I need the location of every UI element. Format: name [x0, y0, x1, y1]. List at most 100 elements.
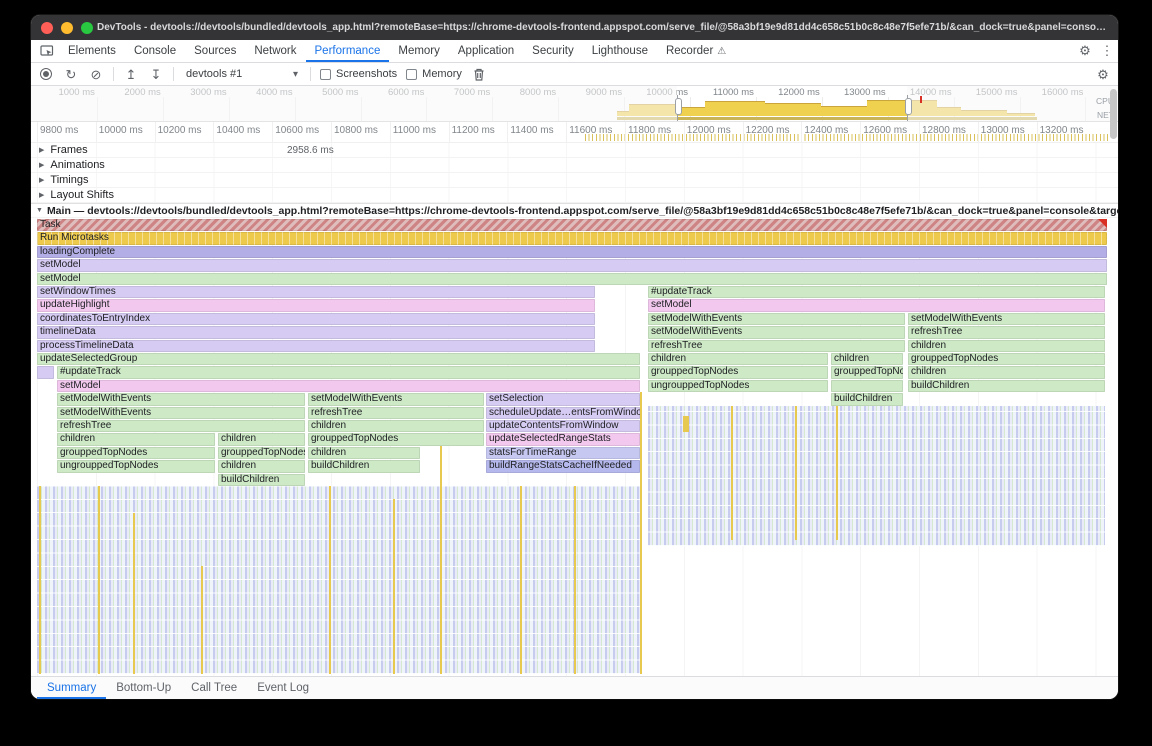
tab-elements[interactable]: Elements [59, 40, 125, 62]
track-frames[interactable]: ▶Frames [31, 143, 1118, 158]
flame-bar[interactable]: setSelection [486, 393, 640, 405]
save-profile-button[interactable]: ↧ [148, 66, 164, 82]
expand-triangle-icon[interactable]: ▶ [39, 176, 44, 184]
main-track-header[interactable]: ▼ Main — devtools://devtools/bundled/dev… [31, 204, 1118, 218]
time-ruler[interactable]: 9800 ms10000 ms10200 ms10400 ms10600 ms1… [31, 122, 1118, 143]
flame-bar[interactable]: Task [37, 219, 1107, 231]
flame-bar[interactable]: grouppedTopNodes [308, 433, 484, 445]
load-profile-button[interactable]: ↥ [123, 66, 139, 82]
flame-bar[interactable]: children [908, 366, 1105, 378]
flame-bar[interactable]: children [308, 420, 484, 432]
flame-bar[interactable]: updateSelectedGroup [37, 353, 640, 365]
tab-application[interactable]: Application [449, 40, 523, 62]
track-layout-shifts[interactable]: ▶Layout Shifts [31, 188, 1118, 203]
capture-settings-gear-icon[interactable]: ⚙ [1095, 66, 1111, 82]
flame-bar[interactable]: refreshTree [908, 326, 1105, 338]
scrollbar-thumb[interactable] [1110, 89, 1117, 139]
tab-lighthouse[interactable]: Lighthouse [583, 40, 657, 62]
flame-bar[interactable]: updateSelectedRangeStats [486, 433, 640, 445]
flame-bar[interactable]: children [831, 353, 903, 365]
zoom-button[interactable] [81, 22, 93, 34]
track-animations[interactable]: ▶Animations [31, 158, 1118, 173]
flame-bar[interactable]: statsForTimeRange [486, 447, 640, 459]
tab-recorder[interactable]: Recorder⚠ [657, 40, 735, 62]
flame-bar[interactable]: children [648, 353, 828, 365]
flame-bar[interactable]: grouppedTopNodes [648, 366, 828, 378]
garbage-collect-button[interactable] [471, 66, 487, 82]
record-button[interactable] [38, 66, 54, 82]
flame-bar[interactable]: children [218, 433, 305, 445]
flame-bar[interactable]: ungrouppedTopNodes [57, 460, 215, 472]
flame-bar[interactable]: updateHighlight [37, 299, 595, 311]
flame-bar[interactable]: buildChildren [218, 474, 305, 486]
flame-bar[interactable]: setModelWithEvents [648, 313, 905, 325]
flame-bar[interactable]: setModel [648, 299, 1105, 311]
flame-bar[interactable]: setModel [57, 380, 640, 392]
tab-performance[interactable]: Performance [306, 40, 390, 62]
vertical-scrollbar[interactable] [1109, 87, 1117, 675]
tab-network[interactable]: Network [245, 40, 305, 62]
minimize-button[interactable] [61, 22, 73, 34]
overview-window-left-handle[interactable] [677, 95, 678, 121]
flame-bar[interactable]: scheduleUpdate…entsFromWindow [486, 407, 640, 419]
flame-bar[interactable]: #updateTrack [648, 286, 1105, 298]
timeline-overview[interactable]: 1000 ms2000 ms3000 ms4000 ms5000 ms6000 … [31, 86, 1118, 122]
memory-checkbox[interactable]: Memory [406, 68, 462, 80]
expand-triangle-icon[interactable]: ▶ [39, 161, 44, 169]
flame-bar[interactable]: ungrouppedTopNodes [648, 380, 828, 392]
flame-bar[interactable]: grouppedTopNodes [57, 447, 215, 459]
inspect-element-button[interactable] [35, 40, 59, 62]
flame-bar[interactable]: grouppedTopNodes [831, 366, 903, 378]
bottom-tab-call-tree[interactable]: Call Tree [181, 677, 247, 699]
flame-bar[interactable]: setModelWithEvents [57, 407, 305, 419]
flame-bar[interactable]: grouppedTopNodes [218, 447, 305, 459]
flame-bar[interactable]: children [57, 433, 215, 445]
flame-bar[interactable]: setModelWithEvents [908, 313, 1105, 325]
flame-bar[interactable]: setModelWithEvents [57, 393, 305, 405]
flame-bar[interactable]: processTimelineData [37, 340, 595, 352]
flame-dense-region[interactable] [37, 486, 640, 674]
bottom-tab-event-log[interactable]: Event Log [247, 677, 319, 699]
flame-bar[interactable]: #updateTrack [57, 366, 640, 378]
flame-bar[interactable] [831, 380, 903, 392]
flame-bar[interactable]: buildChildren [308, 460, 420, 472]
tab-security[interactable]: Security [523, 40, 583, 62]
reload-and-record-button[interactable]: ↻ [63, 66, 79, 82]
overview-window-right-handle[interactable] [907, 95, 908, 121]
flame-bar[interactable]: children [908, 340, 1105, 352]
expand-triangle-icon[interactable]: ▶ [39, 146, 44, 154]
flame-bar[interactable]: setModelWithEvents [648, 326, 905, 338]
flame-bar[interactable]: refreshTree [57, 420, 305, 432]
settings-gear-icon[interactable]: ⚙ [1074, 40, 1096, 62]
flame-bar[interactable]: children [218, 460, 305, 472]
flame-bar[interactable]: loadingComplete [37, 246, 1107, 258]
track-timings[interactable]: ▶Timings [31, 173, 1118, 188]
flame-bar[interactable]: setModel [37, 273, 1107, 285]
bottom-tab-bottom-up[interactable]: Bottom-Up [106, 677, 181, 699]
flame-bar[interactable]: grouppedTopNodes [908, 353, 1105, 365]
tab-sources[interactable]: Sources [185, 40, 245, 62]
flame-bar[interactable]: buildChildren [831, 393, 903, 405]
flame-bar[interactable]: timelineData [37, 326, 595, 338]
tab-memory[interactable]: Memory [389, 40, 449, 62]
flame-bar[interactable]: Run Microtasks [37, 232, 1107, 244]
bottom-tab-summary[interactable]: Summary [37, 677, 106, 699]
tab-console[interactable]: Console [125, 40, 185, 62]
flame-bar[interactable] [37, 366, 54, 378]
flame-bar[interactable]: setWindowTimes [37, 286, 595, 298]
flame-bar[interactable]: updateContentsFromWindow [486, 420, 640, 432]
history-select[interactable]: devtools #1 ▾ [183, 68, 301, 80]
expand-triangle-icon[interactable]: ▶ [39, 191, 44, 199]
close-button[interactable] [41, 22, 53, 34]
kebab-menu-icon[interactable]: ⋮ [1096, 40, 1118, 62]
flame-bar[interactable]: buildRangeStatsCacheIfNeeded [486, 460, 640, 472]
screenshots-checkbox[interactable]: Screenshots [320, 68, 397, 80]
flame-bar[interactable]: refreshTree [308, 407, 484, 419]
flame-chart[interactable]: TaskRun Microtasks loadingComplete setMode… [31, 218, 1118, 676]
flame-bar[interactable]: coordinatesToEntryIndex [37, 313, 595, 325]
flame-bar[interactable]: setModelWithEvents [308, 393, 484, 405]
flame-bar[interactable]: children [308, 447, 420, 459]
flame-dense-region[interactable] [648, 406, 1105, 547]
flame-bar[interactable]: buildChildren [908, 380, 1105, 392]
clear-button[interactable]: ⊘ [88, 66, 104, 82]
